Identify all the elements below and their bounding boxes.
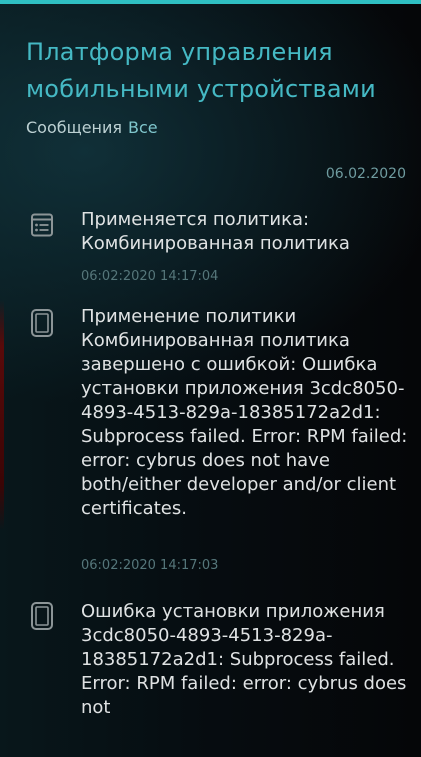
phone-icon (31, 602, 53, 630)
message-text: Применение политики Комбинированная поли… (81, 306, 408, 519)
message-timestamp: 06:02:2020 14:17:04 (81, 269, 219, 284)
page-title: Платформа управления мобильными устройст… (26, 38, 376, 103)
list-icon (31, 213, 53, 241)
section-row: Сообщения Все (26, 118, 406, 138)
section-label: Сообщения (26, 118, 123, 137)
list-item[interactable]: Применение политики Комбинированная поли… (0, 305, 421, 574)
screen: Платформа управления мобильными устройст… (0, 0, 421, 757)
list-item[interactable]: Ошибка установки приложения 3cdc8050-489… (0, 600, 421, 720)
phone-icon (31, 309, 53, 337)
list-item[interactable]: Применяется политика: Комбинированная по… (0, 208, 421, 285)
filter-selector[interactable]: Все (128, 118, 158, 137)
message-text: Применяется политика: Комбинированная по… (81, 209, 350, 254)
date-section-header: 06.02.2020 (325, 166, 406, 182)
message-timestamp: 06:02:2020 14:17:03 (81, 558, 219, 573)
message-list[interactable]: Применяется политика: Комбинированная по… (0, 208, 421, 720)
page-header: Платформа управления мобильными устройст… (26, 34, 406, 138)
message-text: Ошибка установки приложения 3cdc8050-489… (81, 601, 407, 718)
top-accent-bar (0, 0, 421, 4)
